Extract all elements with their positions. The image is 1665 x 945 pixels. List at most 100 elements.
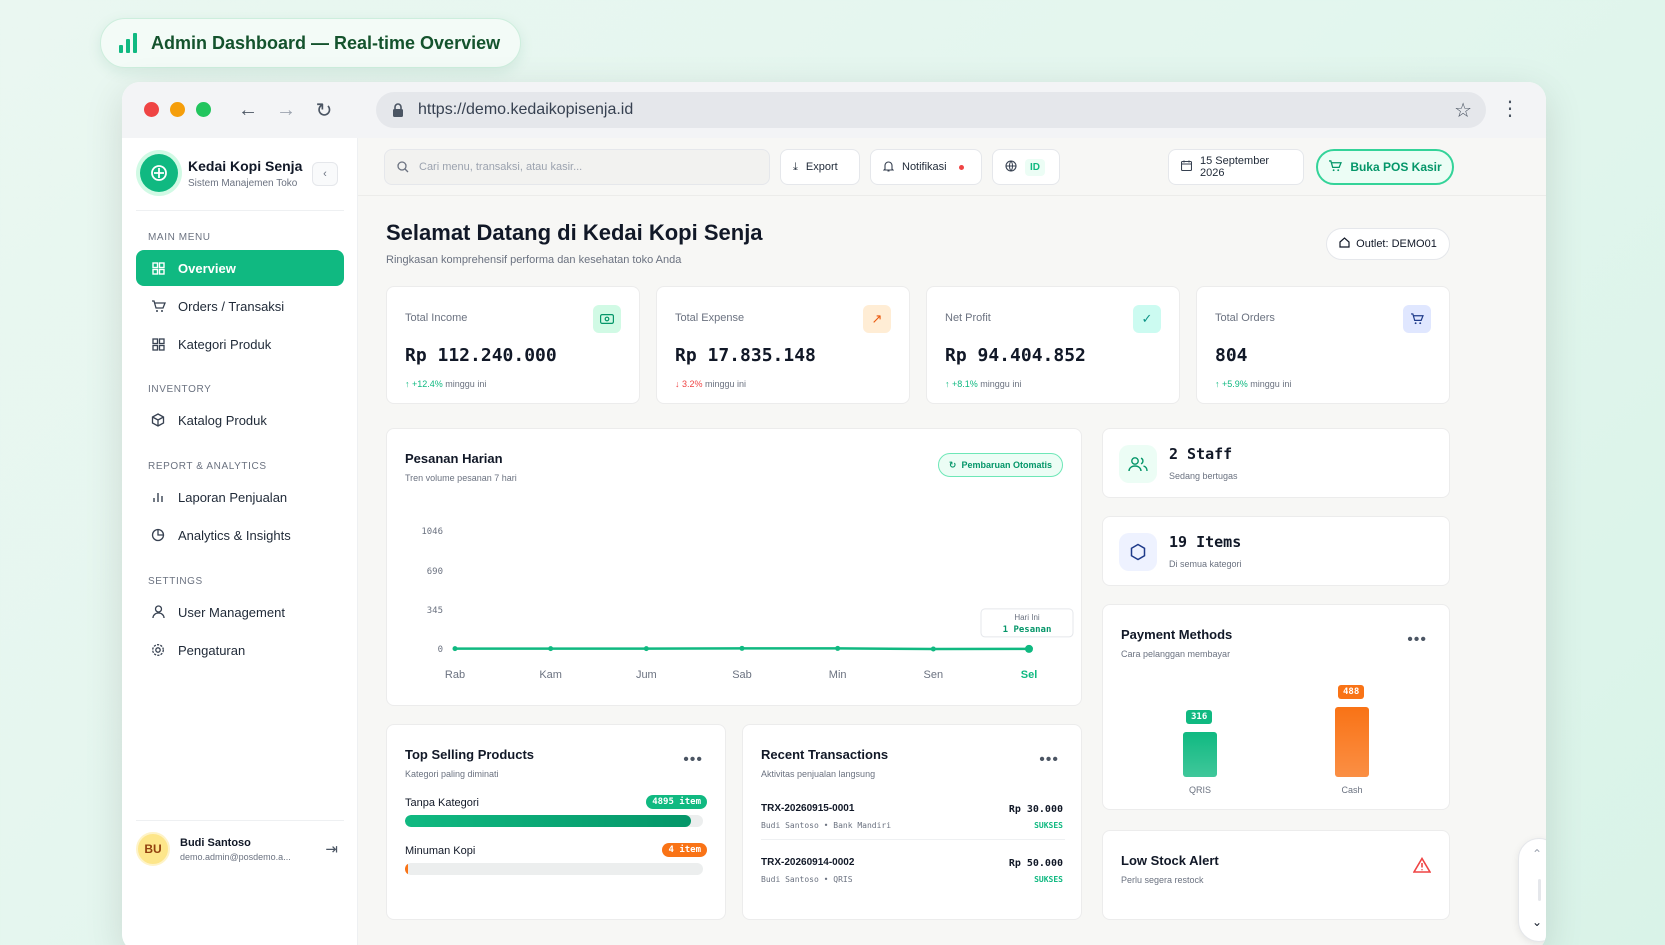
sidebar-item-overview[interactable]: Overview [136,250,344,286]
y-tick-label: 0 [438,645,443,655]
outlet-selector[interactable]: Outlet: DEMO01 [1326,228,1450,260]
sidebar-item-kategori[interactable]: Kategori Produk [136,326,344,362]
maximize-window-button[interactable] [196,102,211,117]
data-point[interactable] [835,645,841,651]
transaction-amount: Rp 30.000 [1008,804,1063,815]
x-tick-label: Min [829,669,847,681]
page-subtitle: Ringkasan komprehensif performa dan kese… [386,254,682,266]
delta-suffix: minggu ini [1250,379,1292,389]
outlet-label: Outlet: DEMO01 [1356,238,1437,250]
minimize-window-button[interactable] [170,102,185,117]
data-point[interactable] [1025,644,1033,653]
payment-bar[interactable] [1335,707,1369,777]
calendar-icon [1180,160,1193,174]
sidebar-item-analytics[interactable]: Analytics & Insights [136,517,344,553]
brand-logo-icon [140,154,178,192]
logout-icon[interactable]: ⇥ [325,840,338,858]
arrow-up-right-icon: ↗ [863,305,891,333]
brand-name: Kedai Kopi Senja [188,157,303,174]
back-icon[interactable]: ← [234,96,262,124]
data-point[interactable] [548,646,554,652]
collapse-sidebar-button[interactable]: ‹ [312,162,338,186]
language-button[interactable]: ID [992,149,1060,185]
items-count: 19 Items [1169,533,1242,551]
card-title: Top Selling Products [405,747,535,762]
delta-value: ↓ 3.2% [675,379,703,389]
data-point[interactable] [452,646,458,652]
sidebar-item-label: User Management [178,604,285,620]
pie-chart-icon [150,528,166,542]
more-options-icon[interactable]: ••• [1039,751,1059,769]
sidebar-item-label: Laporan Penjualan [178,489,288,505]
product-progress-fill [405,815,692,827]
payment-bar[interactable] [1183,731,1217,777]
stat-delta: ↑ +5.9% minggu ini [1215,379,1291,389]
bar-chart-icon [150,491,166,503]
x-tick-label: Kam [539,669,562,681]
scroll-up-icon[interactable]: ⌃ [1532,847,1542,861]
delta-suffix: minggu ini [705,379,747,389]
forward-icon[interactable]: → [272,96,300,124]
browser-menu-icon[interactable]: ⋮ [1500,96,1520,121]
notifications-button[interactable]: Notifikasi [870,149,982,185]
product-progress [405,863,703,875]
data-point[interactable] [643,646,649,652]
globe-icon [1005,159,1017,175]
stat-card-income: Total Income Rp 112.240.000 ↑ +12.4% min… [386,286,640,404]
brand-subtitle: Sistem Manajemen Toko [188,177,298,189]
cart-icon [1328,159,1343,175]
sidebar-item-label: Pengaturan [178,642,246,658]
brand: Kedai Kopi Senja Sistem Manajemen Toko [140,154,302,192]
y-tick-label: 690 [427,567,443,577]
stat-delta: ↑ +8.1% minggu ini [945,379,1021,389]
sidebar-item-laporan[interactable]: Laporan Penjualan [136,479,344,515]
delta-value: ↑ +5.9% [1215,379,1248,389]
store-icon [1339,237,1350,251]
browser-window: ← → ↻ https://demo.kedaikopisenja.id ☆ ⋮… [122,82,1546,945]
close-window-button[interactable] [144,102,159,117]
product-progress-fill [405,863,408,875]
sidebar-item-katalog[interactable]: Katalog Produk [136,402,344,438]
download-icon: ⤓ [793,160,798,173]
transaction-status: SUKSES [1034,875,1063,884]
delta-value: ↑ +8.1% [945,379,978,389]
reload-icon[interactable]: ↻ [310,96,338,124]
sidebar-item-orders[interactable]: Orders / Transaksi [136,288,344,324]
date-picker-button[interactable]: 15 September 2026 [1168,149,1304,185]
more-options-icon[interactable]: ••• [1407,631,1427,649]
data-point[interactable] [739,645,745,651]
row-divider [761,839,1065,840]
sidebar-item-user-management[interactable]: User Management [136,594,344,630]
scroll-thumb[interactable] [1538,879,1541,901]
staff-count: 2 Staff [1169,445,1233,463]
chevron-left-icon: ‹ [323,168,327,180]
open-pos-button[interactable]: Buka POS Kasir [1316,149,1454,185]
x-tick-label: Sel [1021,669,1038,681]
address-bar[interactable]: https://demo.kedaikopisenja.id ☆ [376,92,1486,128]
search-input[interactable]: Cari menu, transaksi, atau kasir... [384,149,770,185]
delta-value: ↑ +12.4% [405,379,443,389]
page-badge: Admin Dashboard — Real-time Overview [100,18,522,68]
search-icon [397,161,409,173]
bar-chart-icon [119,33,137,53]
export-button[interactable]: ⤓ Export [780,149,860,185]
scroll-down-icon[interactable]: ⌄ [1532,915,1542,929]
warning-icon [1412,856,1432,878]
data-point[interactable] [930,646,936,652]
stat-delta: ↑ +12.4% minggu ini [405,379,486,389]
notifications-label: Notifikasi [902,161,947,173]
grid-icon [150,261,166,275]
cash-icon [593,305,621,333]
bookmark-star-icon[interactable]: ☆ [1454,98,1472,123]
sidebar-item-label: Orders / Transaksi [178,298,285,314]
daily-orders-card: Pesanan Harian Tren volume pesanan 7 har… [386,428,1082,706]
more-options-icon[interactable]: ••• [683,751,703,769]
scroll-control[interactable]: ⌃ ⌄ [1518,838,1546,942]
url-text: https://demo.kedaikopisenja.id [418,101,634,118]
product-count-badge: 4 item [662,843,707,857]
user-profile[interactable]: BU Budi Santoso demo.admin@posdemo.a... … [136,832,344,866]
x-tick-label: Rab [445,669,465,681]
sidebar-item-pengaturan[interactable]: Pengaturan [136,632,344,668]
staff-card: 2 Staff Sedang bertugas [1102,428,1450,498]
x-tick-label: Jum [636,669,657,681]
